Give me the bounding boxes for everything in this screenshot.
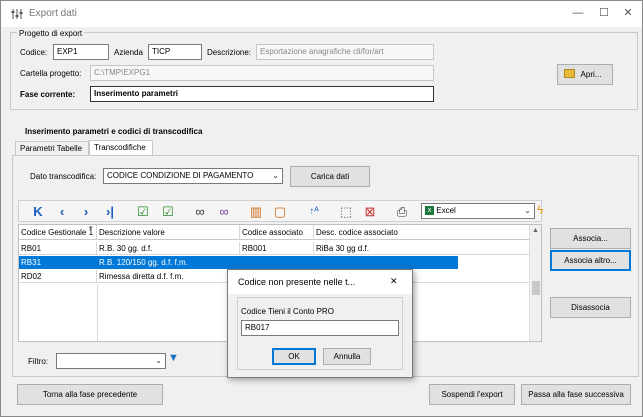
- cartella-label: Cartella progetto:: [20, 69, 82, 78]
- column-divider: [97, 284, 98, 341]
- table-cell: RB001: [240, 242, 314, 255]
- apri-button[interactable]: Apri...: [557, 64, 613, 85]
- table-cell: RiBa 30 gg d.f.: [314, 242, 530, 255]
- window-title: Export dati: [29, 8, 77, 19]
- print-icon[interactable]: ⎙: [393, 203, 411, 221]
- last-record-icon[interactable]: ›|: [101, 203, 119, 221]
- grid-scrollbar[interactable]: ▲: [529, 225, 541, 341]
- descrizione-label: Descrizione:: [207, 48, 252, 57]
- azienda-label: Azienda: [114, 48, 143, 57]
- next-record-icon[interactable]: ›: [77, 203, 95, 221]
- descrizione-field[interactable]: Esportazione anagrafiche cli/for/art: [256, 44, 434, 60]
- table-cell: Rimessa diretta d.f. f.m.: [97, 270, 240, 283]
- scrollbar-thumb[interactable]: [532, 281, 540, 295]
- folder-icon: [564, 69, 575, 78]
- codice-label: Codice:: [20, 48, 48, 57]
- chevron-down-icon: ⌄: [272, 171, 279, 180]
- cartella-field[interactable]: C:\TMP\EXPG1: [90, 65, 434, 81]
- sort-az-icon[interactable]: ↑ᴬ: [305, 203, 323, 221]
- chevron-down-icon: ⌄: [155, 356, 162, 365]
- dialog-title-bar: Codice non presente nelle t... ✕: [228, 270, 412, 294]
- dialog-panel: Codice Tieni il Conto PRO RB017 OK Annul…: [237, 297, 403, 370]
- funnel-icon[interactable]: ▼: [168, 352, 179, 364]
- column-header[interactable]: Codice associato: [240, 225, 314, 240]
- chevron-down-icon: ⌄: [524, 206, 531, 215]
- binoculars-icon[interactable]: ∞: [191, 203, 209, 221]
- filter-funnel-icon[interactable]: ▾: [89, 224, 93, 232]
- dialog-field-label: Codice Tieni il Conto PRO: [241, 307, 334, 316]
- associa-altro-button[interactable]: Associa altro...: [550, 250, 631, 271]
- sliders-icon: [11, 9, 23, 19]
- table-cell: [240, 256, 314, 269]
- suspend-export-button[interactable]: Sospendi l'export: [429, 384, 515, 405]
- table-cell: [314, 256, 458, 269]
- table-cell: R.B. 30 gg. d.f.: [97, 242, 240, 255]
- dialog-cancel-button[interactable]: Annulla: [323, 348, 371, 365]
- tab-parametri-tabelle[interactable]: Parametri Tabelle: [15, 141, 89, 156]
- section-title: Inserimento parametri e codici di transc…: [25, 127, 203, 136]
- grid-toolbar: K ‹ › ›| ☑ ☑ ∞ ∞ ▥ ▢ ↑ᴬ ⬚ ⊠ ⎙ x Excel ⌄: [18, 200, 542, 222]
- dato-label: Dato transcodifica:: [30, 172, 97, 181]
- export-format-value: Excel: [436, 206, 456, 215]
- select-icon[interactable]: ⬚: [337, 203, 355, 221]
- deselect-icon[interactable]: ⊠: [361, 203, 379, 221]
- dialog-ok-button[interactable]: OK: [272, 348, 316, 365]
- previous-phase-button[interactable]: Torna alla fase precedente: [17, 384, 163, 405]
- maximize-button[interactable]: ☐: [595, 4, 613, 22]
- find-next-icon[interactable]: ∞: [215, 203, 233, 221]
- next-phase-button[interactable]: Passa alla fase successiva: [521, 384, 631, 405]
- table-cell: RB31: [19, 256, 97, 269]
- title-bar: Export dati — ☐ ✕: [1, 1, 642, 27]
- fase-label: Fase corrente:: [20, 90, 76, 99]
- dialog-code-field[interactable]: RB017: [241, 320, 399, 336]
- column-header[interactable]: Descrizione valore: [97, 225, 240, 240]
- tab-transcodifiche[interactable]: Transcodifiche: [89, 140, 153, 156]
- codice-field[interactable]: EXP1: [53, 44, 109, 60]
- scroll-up-icon[interactable]: ▲: [532, 227, 539, 234]
- edit-check-icon[interactable]: ☑: [134, 203, 152, 221]
- azienda-field[interactable]: TICP: [148, 44, 202, 60]
- carica-dati-button[interactable]: Carica dati: [290, 166, 370, 187]
- minimize-button[interactable]: —: [569, 4, 587, 22]
- prev-record-icon[interactable]: ‹: [53, 203, 71, 221]
- associa-button[interactable]: Associa...: [550, 228, 631, 249]
- filter-label: Filtro:: [28, 357, 48, 366]
- project-group-title: Progetto di export: [17, 29, 85, 38]
- export-window: Export dati — ☐ ✕ Progetto di export Cod…: [0, 0, 643, 417]
- apri-label: Apri...: [580, 70, 602, 79]
- table-cell: RB01: [19, 242, 97, 255]
- lightning-icon[interactable]: ϟ: [537, 203, 543, 217]
- table-cell: RD02: [19, 270, 97, 283]
- note-icon[interactable]: ▢: [271, 203, 289, 221]
- filter-select[interactable]: ⌄: [56, 353, 166, 369]
- first-record-icon[interactable]: K: [29, 203, 47, 221]
- dato-select[interactable]: CODICE CONDIZIONE DI PAGAMENTO ⌄: [103, 168, 283, 184]
- column-header[interactable]: Codice Gestionale 1: [19, 225, 97, 240]
- columns-icon[interactable]: ▥: [247, 203, 265, 221]
- dato-select-value: CODICE CONDIZIONE DI PAGAMENTO: [107, 171, 254, 180]
- save-check-icon[interactable]: ☑: [159, 203, 177, 221]
- disassocia-button[interactable]: Disassocia: [550, 297, 631, 318]
- fase-field[interactable]: Inserimento parametri: [90, 86, 434, 102]
- dialog-title: Codice non presente nelle t...: [238, 277, 356, 287]
- export-format-select[interactable]: x Excel ⌄: [421, 203, 535, 219]
- table-cell: R.B. 120/150 gg. d.f. f.m.: [97, 256, 240, 269]
- missing-code-dialog: Codice non presente nelle t... ✕ Codice …: [227, 269, 413, 378]
- excel-icon: x: [425, 206, 434, 216]
- dialog-close-button[interactable]: ✕: [390, 276, 398, 287]
- column-header[interactable]: Desc. codice associato: [314, 225, 530, 240]
- close-button[interactable]: ✕: [619, 4, 637, 22]
